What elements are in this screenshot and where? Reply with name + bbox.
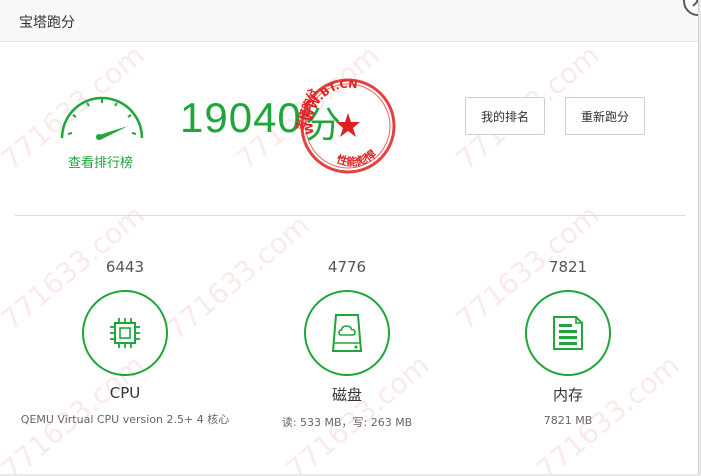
bt-seal-stamp: WWW.BT.CN 宝塔跑分 性能彪悍 bbox=[296, 77, 396, 174]
memory-label: 内存 bbox=[552, 386, 583, 404]
memory-circle bbox=[525, 290, 611, 376]
cpu-circle bbox=[82, 290, 168, 376]
disk-detail: 读: 533 MB，写: 263 MB bbox=[281, 416, 413, 429]
disk-label: 磁盘 bbox=[331, 386, 362, 404]
metric-disk: 4776 磁盘 读: 533 MB，写: 263 MB bbox=[237, 258, 457, 430]
dialog-titlebar: 宝塔跑分 bbox=[0, 0, 698, 42]
disk-cloud-icon bbox=[331, 314, 363, 352]
disk-score: 4776 bbox=[327, 258, 367, 276]
speedometer-icon bbox=[60, 96, 144, 140]
section-divider bbox=[15, 215, 685, 216]
cpu-label: CPU bbox=[109, 384, 141, 402]
total-score: 19040 bbox=[180, 94, 302, 141]
my-rank-button[interactable]: 我的排名 bbox=[465, 97, 545, 135]
star-icon bbox=[336, 113, 360, 137]
metric-memory: 7821 内存 7821 MB bbox=[458, 258, 678, 427]
cpu-detail: QEMU Virtual CPU version 2.5+ 4 核心 bbox=[20, 413, 230, 426]
metric-cpu: 6443 CPU QEMU Virtual CPU version 2.5+ 4… bbox=[15, 258, 235, 427]
benchmark-dialog: 宝塔跑分 771633.com 771633.com 771633.com 77… bbox=[0, 0, 699, 474]
cpu-score: 6443 bbox=[105, 258, 145, 276]
memory-doc-icon bbox=[553, 316, 583, 350]
disk-circle bbox=[304, 290, 390, 376]
memory-detail: 7821 MB bbox=[543, 414, 593, 427]
memory-score: 7821 bbox=[548, 258, 588, 276]
dialog-title: 宝塔跑分 bbox=[19, 15, 75, 31]
leaderboard-link[interactable]: 查看排行榜 bbox=[68, 152, 133, 171]
cpu-chip-icon bbox=[110, 318, 140, 348]
retest-button[interactable]: 重新跑分 bbox=[565, 97, 645, 135]
